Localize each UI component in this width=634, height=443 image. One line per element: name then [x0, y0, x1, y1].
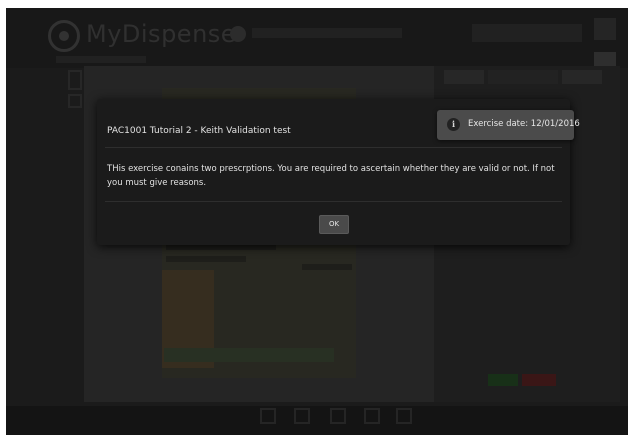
- dialog-message: THis exercise conains two prescrptions. …: [107, 164, 555, 188]
- dialog-title: PAC1001 Tutorial 2 - Keith Validation te…: [107, 126, 291, 136]
- exercise-date: Exercise date: 12/01/2016: [468, 119, 580, 129]
- divider: [105, 147, 562, 148]
- info-icon: i: [447, 118, 460, 131]
- divider: [105, 201, 562, 202]
- ok-button[interactable]: OK: [319, 215, 349, 234]
- exercise-date-badge: i Exercise date: 12/01/2016: [437, 110, 580, 140]
